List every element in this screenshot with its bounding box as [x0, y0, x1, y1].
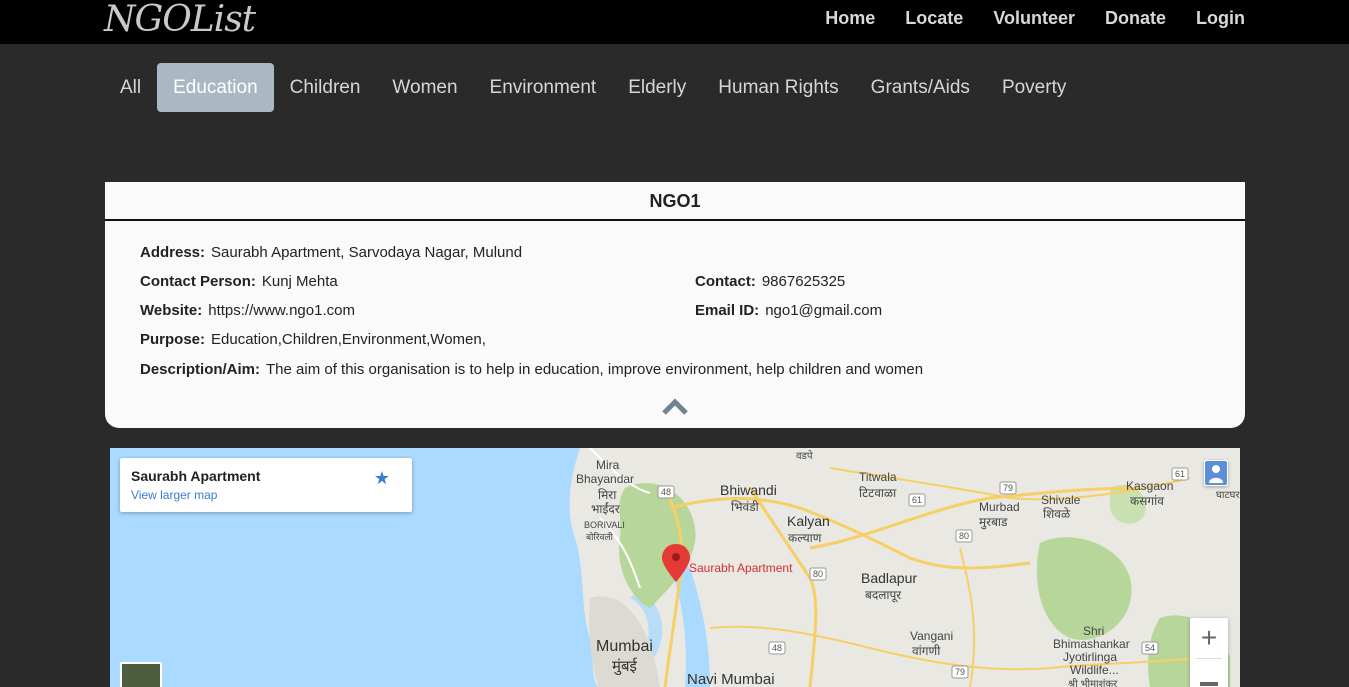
- nav-donate-link[interactable]: Donate: [1105, 8, 1166, 29]
- contact-row: Contact: 9867625325: [695, 273, 845, 290]
- map-label: Mira: [596, 458, 620, 472]
- map-label: Kalyan: [787, 513, 830, 529]
- website-value[interactable]: https://www.ngo1.com: [208, 302, 355, 319]
- map-label: Bhayandar: [576, 472, 635, 486]
- nav-locate-link[interactable]: Locate: [905, 8, 963, 29]
- view-larger-map-link[interactable]: View larger map: [131, 488, 217, 502]
- map-label: Murbad: [979, 500, 1020, 514]
- map-label: भाईंदर: [591, 502, 620, 516]
- map-label: वडपे: [796, 451, 813, 462]
- description-value: The aim of this organisation is to help …: [266, 361, 924, 378]
- highway-shield: 61: [912, 495, 922, 505]
- zoom-controls: +: [1190, 618, 1228, 687]
- zoom-out-button[interactable]: [1190, 659, 1228, 687]
- map-label: Wildlife...: [1070, 663, 1119, 677]
- contact-person-value: Kunj Mehta: [261, 273, 338, 290]
- map-label: घाटघर: [1216, 490, 1240, 501]
- purpose-label: Purpose:: [140, 331, 206, 348]
- nav-volunteer-link[interactable]: Volunteer: [993, 8, 1075, 29]
- highway-shield: 79: [955, 667, 965, 677]
- map-label: बोरिवली: [586, 532, 613, 542]
- highway-shield: 48: [661, 487, 671, 497]
- map-label: BORIVALI: [584, 520, 625, 530]
- contact-value: 9867625325: [761, 273, 846, 290]
- map-label: Bhiwandi: [720, 482, 777, 498]
- highway-shield: 79: [1003, 483, 1013, 493]
- email-label: Email ID:: [695, 302, 760, 319]
- map-label: Badlapur: [861, 570, 918, 586]
- brand-logo[interactable]: NGOList: [104, 0, 256, 40]
- purpose-value: Education,Children,Environment,Women,: [211, 331, 486, 348]
- street-view-pegman-icon[interactable]: [1204, 460, 1228, 486]
- map-label: कसगांव: [1130, 494, 1164, 508]
- contact-label: Contact:: [695, 273, 756, 290]
- chevron-up-icon[interactable]: [661, 398, 689, 416]
- zoom-in-button[interactable]: +: [1190, 618, 1228, 658]
- category-tabs: All Education Children Women Environment…: [104, 63, 1082, 112]
- address-label: Address:: [140, 244, 206, 261]
- map-label: भिवंडी: [731, 500, 759, 514]
- contact-person-row: Contact Person: Kunj Mehta: [140, 273, 338, 290]
- highway-shield: 80: [959, 531, 969, 541]
- map-label: मुरबाड: [979, 515, 1008, 529]
- map-label: Navi Mumbai: [687, 671, 775, 687]
- category-grants-aids[interactable]: Grants/Aids: [855, 63, 986, 112]
- map-label: Shri: [1083, 624, 1105, 638]
- map-embed[interactable]: 48 61 79 80 80 48 79 54 61 Saurabh Apart…: [110, 448, 1240, 687]
- address-value: Saurabh Apartment, Sarvodaya Nagar, Mulu…: [211, 244, 523, 261]
- map-label: मुंबई: [612, 658, 637, 675]
- category-women[interactable]: Women: [376, 63, 473, 112]
- description-row: Description/Aim: The aim of this organisa…: [140, 361, 923, 378]
- category-education[interactable]: Education: [157, 63, 274, 112]
- map-label: Jyotirlinga: [1063, 650, 1118, 664]
- map-label: Vangani: [910, 629, 954, 643]
- email-row: Email ID: ngo1@gmail.com: [695, 302, 882, 319]
- category-human-rights[interactable]: Human Rights: [702, 63, 854, 112]
- website-label: Website:: [140, 302, 203, 319]
- category-environment[interactable]: Environment: [474, 63, 613, 112]
- map-label: बदलापूर: [865, 588, 902, 602]
- contact-person-label: Contact Person:: [140, 273, 256, 290]
- highway-shield: 54: [1145, 643, 1155, 653]
- purpose-row: Purpose: Education,Children,Environment,W…: [140, 331, 486, 348]
- ngo-title: NGO1: [105, 182, 1245, 221]
- map-label: Bhimashankar: [1053, 637, 1130, 651]
- address-row: Address: Saurabh Apartment, Sarvodaya Nag…: [140, 244, 522, 261]
- marker-label: Saurabh Apartment: [689, 561, 793, 575]
- email-value[interactable]: ngo1@gmail.com: [765, 302, 882, 319]
- save-star-icon[interactable]: ★: [374, 468, 390, 489]
- map-place-title: Saurabh Apartment: [131, 468, 261, 484]
- satellite-toggle-thumbnail[interactable]: [120, 662, 162, 687]
- nav-home-link[interactable]: Home: [825, 8, 875, 29]
- website-row: Website: https://www.ngo1.com: [140, 302, 355, 319]
- category-poverty[interactable]: Poverty: [986, 63, 1082, 112]
- navbar: NGOList Home Locate Volunteer Donate Log…: [0, 0, 1349, 44]
- map-label: Mumbai: [596, 638, 653, 655]
- map-label: कल्याण: [788, 531, 822, 545]
- nav-links: Home Locate Volunteer Donate Login: [795, 0, 1245, 36]
- category-elderly[interactable]: Elderly: [612, 63, 702, 112]
- map-info-box: Saurabh Apartment View larger map ★: [120, 458, 412, 512]
- category-children[interactable]: Children: [274, 63, 377, 112]
- map-label: वांगणी: [912, 644, 941, 658]
- map-label: शिवळे: [1043, 507, 1071, 521]
- map-label: Titwala: [859, 470, 897, 484]
- description-label: Description/Aim:: [140, 361, 261, 378]
- map-label: श्री भीमाशंकर: [1068, 679, 1118, 687]
- highway-shield: 80: [813, 569, 823, 579]
- highway-shield: 48: [772, 643, 782, 653]
- map-label: Kasgaon: [1126, 479, 1174, 493]
- ngo-card: NGO1 Address: Saurabh Apartment, Sarvoday…: [105, 182, 1245, 428]
- map-label: टिटवाळा: [859, 486, 897, 500]
- nav-login-link[interactable]: Login: [1196, 8, 1245, 29]
- category-all[interactable]: All: [104, 63, 157, 112]
- highway-shield: 61: [1175, 469, 1185, 479]
